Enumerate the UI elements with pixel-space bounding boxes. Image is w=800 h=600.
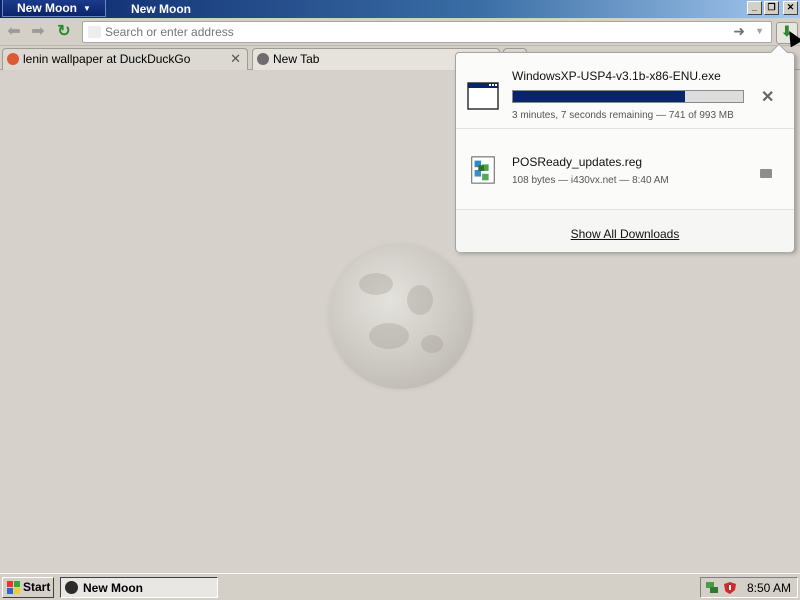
duckduckgo-icon [7, 53, 19, 65]
moon-logo [329, 245, 473, 389]
window-title: New Moon [131, 2, 191, 16]
taskbar: Start New Moon 8:50 AM [0, 573, 800, 600]
download-filename: POSReady_updates.reg [512, 155, 643, 169]
download-status: 108 bytes — i430vx.net — 8:40 AM [512, 175, 669, 186]
new-moon-app-icon [65, 581, 78, 594]
clock: 8:50 AM [747, 581, 792, 595]
taskbar-item-new-moon[interactable]: New Moon [60, 577, 218, 598]
show-all-downloads-button[interactable]: Show All Downloads [456, 210, 794, 252]
folder-icon[interactable] [760, 169, 772, 178]
forward-button[interactable]: ➡ [27, 22, 49, 42]
app-menu-label: New Moon [17, 1, 77, 15]
close-window-button[interactable]: ✕ [783, 1, 798, 15]
tab-label: New Tab [273, 52, 320, 66]
site-identity-icon[interactable] [88, 26, 101, 38]
tab-label: lenin wallpaper at DuckDuckGo [23, 52, 191, 66]
cancel-download-icon[interactable]: ✕ [761, 87, 774, 107]
navigation-toolbar: ⬅ ➡ ↻ ➜ ▼ ⬇ [0, 18, 800, 46]
network-icon[interactable] [705, 581, 719, 595]
close-tab-icon[interactable]: ✕ [230, 51, 241, 67]
go-arrow-icon[interactable]: ➜ [733, 23, 745, 40]
restore-button[interactable]: ❐ [764, 1, 779, 15]
minimize-button[interactable]: _ [747, 1, 762, 15]
download-status: 3 minutes, 7 seconds remaining — 741 of … [512, 110, 734, 121]
history-dropdown-icon[interactable]: ▼ [755, 26, 764, 36]
dropdown-arrow-icon: ▼ [83, 4, 91, 13]
task-label: New Moon [83, 581, 143, 595]
download-filename: WindowsXP-USP4-v3.1b-x86-ENU.exe [512, 69, 721, 83]
window-titlebar: New Moon ▼ New Moon _ ❐ ✕ [0, 0, 800, 18]
reload-icon: ↻ [57, 23, 71, 40]
app-menu-button[interactable]: New Moon ▼ [2, 0, 106, 17]
url-input[interactable] [105, 24, 705, 40]
windows-logo-icon [7, 581, 20, 594]
download-progress-fill [513, 91, 685, 102]
download-item[interactable]: POSReady_updates.reg 108 bytes — i430vx.… [456, 133, 794, 210]
download-item[interactable]: WindowsXP-USP4-v3.1b-x86-ENU.exe 3 minut… [456, 53, 794, 129]
back-arrow-icon: ⬅ [7, 23, 21, 40]
system-tray: 8:50 AM [700, 577, 798, 598]
back-button[interactable]: ⬅ [3, 22, 25, 42]
application-window-icon [467, 82, 499, 110]
start-label: Start [23, 580, 51, 594]
tab-duckduckgo[interactable]: lenin wallpaper at DuckDuckGo ✕ [2, 48, 248, 70]
url-bar[interactable]: ➜ ▼ [82, 21, 772, 43]
registry-file-icon [471, 156, 495, 184]
security-shield-icon[interactable] [723, 581, 737, 595]
downloads-panel: WindowsXP-USP4-v3.1b-x86-ENU.exe 3 minut… [455, 43, 795, 252]
reload-button[interactable]: ↻ [53, 22, 75, 42]
download-progress-bar [512, 90, 744, 103]
start-button[interactable]: Start [2, 577, 54, 598]
globe-icon [257, 53, 269, 65]
forward-arrow-icon: ➡ [31, 23, 45, 40]
